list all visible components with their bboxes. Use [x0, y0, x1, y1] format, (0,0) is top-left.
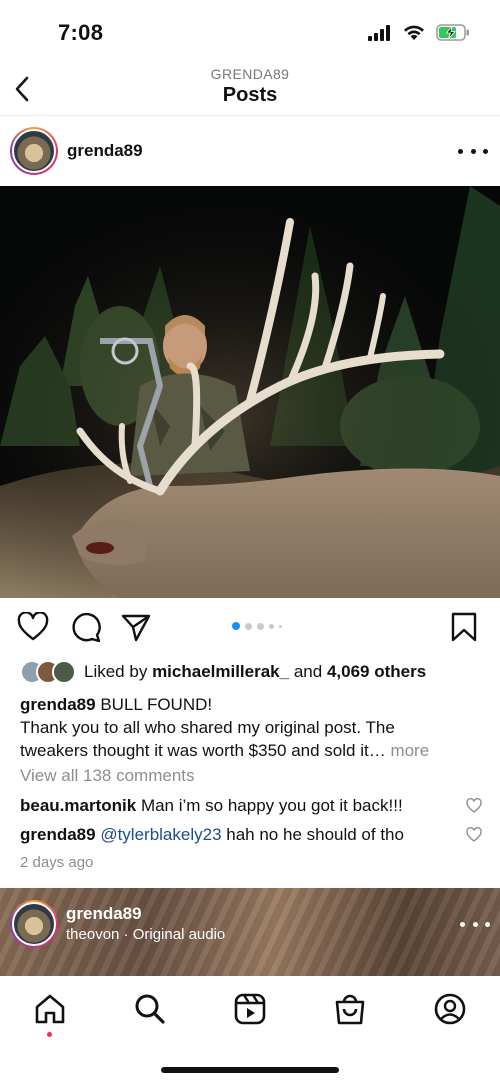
comment-icon[interactable]	[70, 612, 102, 642]
more-horizontal-icon[interactable]	[460, 914, 490, 934]
liker-avatars	[20, 660, 80, 684]
caption-line-3: tweakers thought it was worth $350 and s…	[20, 741, 386, 760]
more-horizontal-icon[interactable]	[458, 141, 488, 161]
avatar-image	[12, 902, 56, 946]
likes-joiner: and	[293, 662, 323, 681]
comment-row: beau.martonik Man i’m so happy you got i…	[20, 795, 480, 817]
comment-mention[interactable]: @tylerblakely23	[100, 825, 221, 844]
signal-icon	[368, 24, 390, 41]
avatar[interactable]	[10, 900, 58, 948]
carousel-dot	[232, 622, 240, 630]
status-icons	[368, 24, 470, 41]
carousel-dot	[269, 623, 274, 629]
comment-row: grenda89 @tylerblakely23 hah no he shoul…	[20, 824, 480, 846]
comment-username[interactable]: beau.martonik	[20, 796, 136, 815]
carousel-dot	[279, 624, 282, 628]
home-indicator	[161, 1067, 339, 1073]
home-icon[interactable]	[33, 992, 67, 1026]
comment-like-heart-icon[interactable]	[466, 827, 482, 843]
post-actions	[0, 598, 500, 656]
comment-username[interactable]: grenda89	[20, 825, 96, 844]
avatar[interactable]	[10, 127, 58, 175]
post-timestamp: 2 days ago	[20, 854, 94, 871]
battery-charging-icon	[436, 24, 469, 41]
likes-prefix: Liked by	[84, 662, 148, 681]
likes-summary[interactable]: Liked by michaelmillerak_ and 4,069 othe…	[20, 658, 426, 686]
next-post-audio[interactable]: theovon · Original audio	[66, 926, 225, 943]
likes-others[interactable]: 4,069 others	[327, 662, 426, 682]
status-time: 7:08	[58, 20, 104, 45]
post-username[interactable]: grenda89	[67, 141, 143, 161]
view-all-comments-link[interactable]: View all 138 comments	[20, 766, 195, 786]
home-notification-dot	[47, 1032, 52, 1037]
nav-username: GRENDA89	[210, 66, 290, 82]
post-header: grenda89	[0, 118, 500, 186]
carousel-dot	[245, 622, 252, 630]
caption-username[interactable]: grenda89	[20, 695, 96, 714]
carousel-indicator	[232, 622, 282, 630]
profile-icon[interactable]	[433, 992, 467, 1026]
nav-title-group: GRENDA89 Posts	[0, 66, 500, 107]
bookmark-icon[interactable]	[448, 612, 480, 642]
top-nav: GRENDA89 Posts	[0, 60, 500, 116]
caption-line-1: BULL FOUND!	[100, 695, 213, 714]
liked-by-user[interactable]: michaelmillerak_	[152, 662, 289, 682]
liker-avatar	[52, 660, 76, 684]
caption-line-2: Thank you to all who shared my original …	[20, 718, 395, 737]
heart-icon[interactable]	[17, 612, 49, 642]
comment-text: hah no he should of tho	[226, 825, 404, 844]
elk-hunt-photo	[0, 186, 500, 598]
avatar-image	[12, 129, 56, 173]
next-post-preview[interactable]: grenda89 theovon · Original audio	[0, 888, 500, 976]
next-post-username[interactable]: grenda89	[66, 904, 142, 924]
post-photo[interactable]	[0, 186, 500, 598]
page-title: Posts	[222, 84, 278, 106]
comment-text: Man i’m so happy you got it back!!!	[140, 796, 403, 815]
caption-more-link[interactable]: more	[390, 741, 429, 760]
wifi-icon	[404, 25, 424, 40]
status-bar: 7:08	[0, 0, 500, 60]
comment-like-heart-icon[interactable]	[466, 798, 482, 814]
post-caption: grenda89 BULL FOUND! Thank you to all wh…	[20, 693, 485, 762]
send-icon[interactable]	[120, 612, 152, 642]
shop-icon[interactable]	[333, 992, 367, 1026]
search-icon[interactable]	[133, 992, 167, 1026]
carousel-dot	[257, 622, 264, 630]
reels-icon[interactable]	[233, 992, 267, 1026]
